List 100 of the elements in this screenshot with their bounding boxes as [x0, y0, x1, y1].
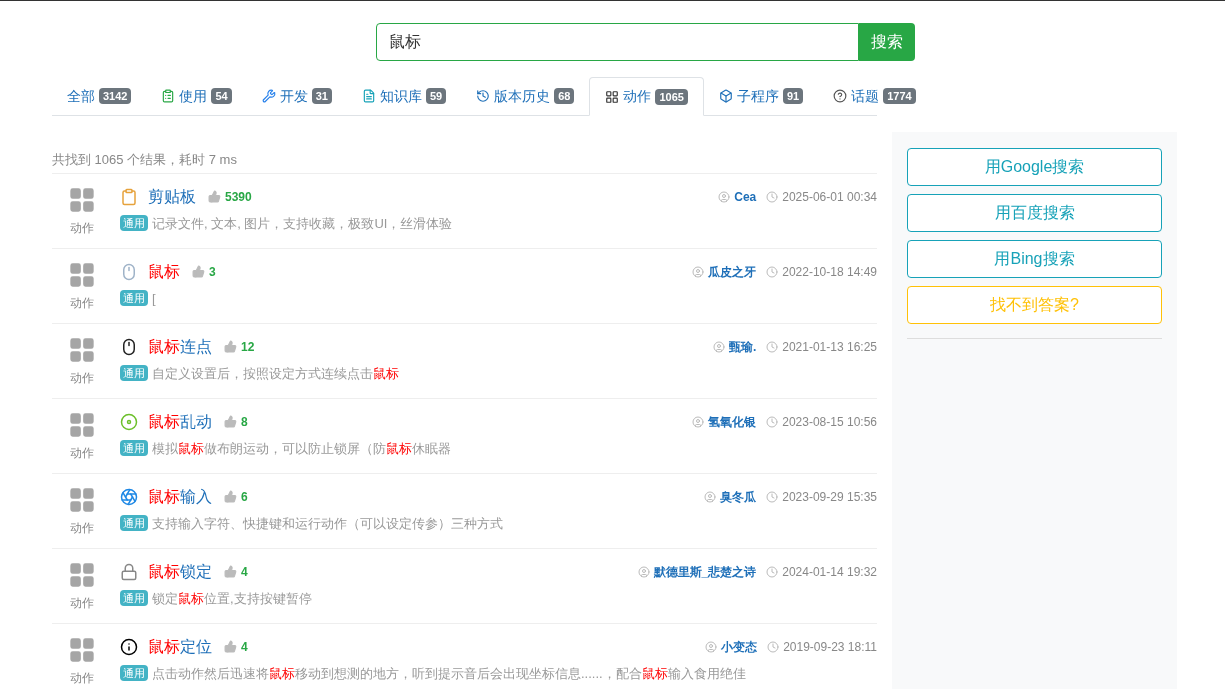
mouse-icon — [120, 262, 138, 281]
thumbs-up-icon — [224, 640, 237, 653]
author-link[interactable]: 默德里斯_悲楚之诗 — [653, 562, 757, 581]
count-badge: 1774 — [883, 88, 916, 104]
result-description: 自定义设置后，按照设定方式连续点击鼠标 — [152, 364, 399, 383]
grid-icon — [68, 260, 96, 289]
tag-badge: 通用 — [120, 515, 148, 532]
author-link[interactable]: 臭冬瓜 — [720, 487, 757, 506]
like-count: 12 — [241, 338, 255, 356]
result-summary: 共找到 1065 个结果，耗时 7 ms — [52, 150, 877, 174]
count-badge: 59 — [426, 88, 447, 104]
user-icon — [718, 190, 731, 203]
grid-icon — [68, 560, 96, 589]
type-label: 动作 — [70, 519, 94, 537]
document-icon — [362, 89, 376, 103]
grid-icon — [68, 635, 96, 664]
thumbs-up-icon — [208, 190, 221, 203]
result-description: 点击动作然后迅速将鼠标移动到想测的地方，听到提示音后会出现坐标信息......，配合鼠标输入食用绝佳 — [152, 664, 746, 683]
like-count: 4 — [241, 563, 248, 581]
like-count: 6 — [241, 488, 248, 506]
thumbs-up-icon — [224, 565, 237, 578]
info-icon — [120, 637, 138, 656]
clipboard-icon — [120, 187, 138, 206]
tab-label: 动作 — [623, 87, 652, 106]
search-button[interactable]: 搜索 — [858, 23, 915, 61]
grid-icon — [68, 335, 96, 364]
time-text: 2019-09-23 18:11 — [783, 638, 877, 656]
author-link[interactable]: 氢氧化银 — [708, 412, 757, 431]
result-description: 模拟鼠标做布朗运动，可以防止锁屏（防鼠标休眠器 — [152, 439, 451, 458]
result-title-link[interactable]: 鼠标乱动 — [148, 409, 212, 434]
tag-badge: 通用 — [120, 290, 148, 307]
like-count: 3 — [209, 263, 216, 281]
tab[interactable]: 知识库 59 — [347, 77, 462, 115]
time-text: 2024-01-14 19:32 — [782, 563, 877, 581]
clock-icon — [767, 640, 780, 653]
clock-icon — [766, 490, 779, 503]
grid-icon — [68, 185, 96, 214]
tag-badge: 通用 — [120, 440, 148, 457]
time-text: 2021-01-13 16:25 — [782, 338, 877, 356]
author-link[interactable]: Cea — [734, 187, 757, 206]
tab-label: 子程序 — [736, 86, 779, 106]
tab[interactable]: 使用 54 — [146, 77, 247, 115]
count-badge: 1065 — [655, 88, 688, 105]
tab-label: 版本历史 — [494, 86, 551, 106]
tab[interactable]: 动作 1065 — [589, 77, 704, 116]
like-count: 4 — [241, 638, 248, 656]
thumbs-up-icon — [224, 340, 237, 353]
result-title-link[interactable]: 鼠标定位 — [148, 634, 212, 659]
type-label: 动作 — [70, 444, 94, 462]
result-title-link[interactable]: 鼠标输入 — [148, 484, 212, 509]
lock-icon — [120, 562, 138, 581]
like-count: 8 — [241, 413, 248, 431]
result-description: 支持输入字符、快捷键和运行动作（可以设定传参）三种方式 — [152, 514, 503, 533]
tab[interactable]: 开发 31 — [246, 77, 347, 115]
history-icon — [476, 89, 491, 103]
user-icon — [705, 640, 718, 653]
user-icon — [692, 265, 705, 278]
result-title-link[interactable]: 剪贴板 — [148, 184, 196, 209]
count-badge: 68 — [554, 88, 575, 104]
result-title-link[interactable]: 鼠标锁定 — [148, 559, 212, 584]
result-title-link[interactable]: 鼠标 — [148, 259, 180, 284]
author-link[interactable]: 瓜皮之牙 — [708, 262, 757, 281]
count-badge: 54 — [211, 88, 232, 104]
thumbs-up-icon — [224, 490, 237, 503]
tab[interactable]: 子程序 91 — [703, 77, 819, 115]
help-icon — [833, 89, 848, 103]
wrench-icon — [261, 89, 276, 103]
author-link[interactable]: 甄瑜. — [728, 337, 757, 356]
result-description: 记录文件, 文本, 图片，支持收藏，极致UI，丝滑体验 — [152, 214, 453, 233]
result-title-link[interactable]: 鼠标连点 — [148, 334, 212, 359]
count-badge: 3142 — [99, 88, 132, 104]
sidebar-button[interactable]: 用百度搜索 — [907, 194, 1162, 232]
sidebar-button[interactable]: 用Bing搜索 — [907, 240, 1162, 278]
count-badge: 91 — [782, 88, 804, 104]
clock-icon — [766, 340, 779, 353]
tag-badge: 通用 — [120, 365, 148, 382]
tab[interactable]: 话题 1774 — [818, 77, 931, 115]
tab[interactable]: 版本历史 68 — [461, 77, 590, 115]
tab-label: 话题 — [851, 86, 880, 106]
search-field[interactable]: 鼠标 — [375, 23, 859, 61]
time-text: 2023-08-15 10:56 — [782, 413, 877, 431]
grid-icon — [605, 89, 620, 104]
tab-label: 全部 — [67, 86, 95, 106]
box-icon — [718, 89, 733, 103]
tab-label: 开发 — [279, 86, 308, 106]
clock-icon — [766, 265, 779, 278]
aperture-icon — [120, 487, 138, 506]
type-label: 动作 — [70, 669, 94, 687]
thumbs-up-icon — [224, 415, 237, 428]
user-icon — [704, 490, 717, 503]
sidebar-button[interactable]: 用Google搜索 — [907, 148, 1162, 186]
type-label: 动作 — [70, 294, 94, 312]
like-count: 5390 — [225, 188, 252, 206]
tag-badge: 通用 — [120, 215, 148, 232]
author-link[interactable]: 小变态 — [721, 637, 758, 656]
clock-icon — [766, 565, 779, 578]
clock-icon — [766, 415, 779, 428]
tab[interactable]: 全部 3142 — [52, 77, 147, 115]
mouse-icon — [120, 337, 138, 356]
time-text: 2023-09-29 15:35 — [782, 488, 877, 506]
